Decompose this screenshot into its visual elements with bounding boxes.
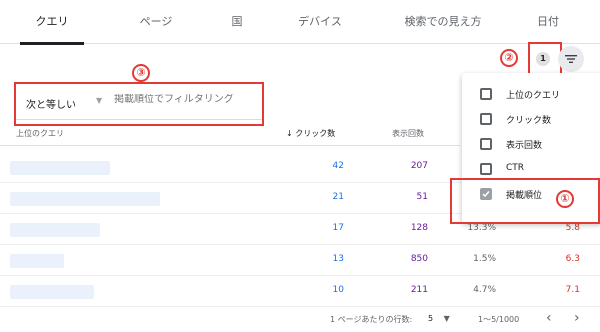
active-tab-indicator <box>20 42 84 45</box>
query-placeholder-bar <box>10 223 100 237</box>
filter-value-input[interactable] <box>114 94 254 105</box>
tab-pages-label: ページ <box>139 15 173 28</box>
tab-dates[interactable]: 日付 <box>526 0 570 44</box>
menu-item-clicks[interactable]: クリック数 <box>462 108 600 132</box>
cell-ctr: 4.7% <box>473 285 496 295</box>
filter-operator-select[interactable]: 次と等しい <box>26 96 76 111</box>
tab-pages[interactable]: ページ <box>126 0 186 44</box>
menu-item-top-queries[interactable]: 上位のクエリ <box>462 83 600 107</box>
table-header: 上位のクエリ ↓ クリック数 表示回数 <box>0 124 460 146</box>
rows-per-page-label: 1 ページあたりの行数: <box>330 315 413 324</box>
menu-item-label: 上位のクエリ <box>506 91 561 101</box>
tab-search-appearance-label: 検索での見え方 <box>404 15 482 28</box>
tab-countries-label: 国 <box>231 15 243 28</box>
table-row[interactable]: 10 211 4.7% 7.1 <box>0 276 600 307</box>
sort-down-arrow-icon: ↓ <box>286 129 293 138</box>
prev-page-icon[interactable]: ‹ <box>546 310 552 326</box>
menu-item-impressions[interactable]: 表示回数 <box>462 133 600 157</box>
query-placeholder-bar <box>10 192 160 206</box>
cell-impressions: 128 <box>410 223 428 233</box>
checkbox[interactable] <box>480 113 492 125</box>
next-page-icon[interactable]: › <box>574 310 580 326</box>
cell-impressions: 51 <box>416 192 428 202</box>
dropdown-caret-icon: ▼ <box>443 314 450 323</box>
rows-per-page-select[interactable]: 5 ▼ <box>428 314 450 323</box>
tab-devices[interactable]: デバイス <box>288 0 352 44</box>
header-query[interactable]: 上位のクエリ <box>16 128 64 139</box>
cell-clicks: 10 <box>332 285 344 295</box>
tab-bar: クエリ ページ 国 デバイス 検索での見え方 日付 <box>0 0 600 45</box>
tab-countries[interactable]: 国 <box>220 0 254 44</box>
menu-item-label: 表示回数 <box>506 141 543 151</box>
filter-button[interactable] <box>558 46 584 72</box>
filter-input-row: 次と等しい ▼ <box>16 84 262 124</box>
tab-search-appearance[interactable]: 検索での見え方 <box>392 0 494 44</box>
cell-impressions: 207 <box>410 161 428 171</box>
query-placeholder-bar <box>10 161 110 175</box>
filter-count-badge: 1 <box>536 52 550 66</box>
cell-clicks: 17 <box>332 223 344 233</box>
menu-item-label: クリック数 <box>506 116 552 126</box>
rows-per-page-value: 5 <box>428 314 434 323</box>
cell-position: 7.1 <box>565 285 580 295</box>
filter-underline <box>16 119 262 120</box>
cell-position: 6.3 <box>565 254 580 264</box>
page-range: 1〜5/1000 <box>478 315 520 324</box>
tab-queries[interactable]: クエリ <box>20 0 84 45</box>
header-clicks[interactable]: ↓ クリック数 <box>286 128 335 139</box>
query-placeholder-bar <box>10 254 64 268</box>
annotation-one: ① <box>556 190 574 208</box>
checkbox[interactable] <box>480 88 492 100</box>
annotation-three: ③ <box>132 64 150 82</box>
pagination: 1 ページあたりの行数: 5 ▼ 1〜5/1000 ‹ › <box>0 306 600 332</box>
menu-item-label: CTR <box>506 163 525 173</box>
checkbox[interactable] <box>480 163 492 175</box>
annotation-box-position-item <box>450 178 600 224</box>
table-row[interactable]: 13 850 1.5% 6.3 <box>0 245 600 276</box>
query-placeholder-bar <box>10 285 94 299</box>
header-impressions[interactable]: 表示回数 <box>392 128 424 139</box>
cell-ctr: 13.3% <box>467 223 496 233</box>
cell-clicks: 21 <box>332 192 344 202</box>
tab-queries-label: クエリ <box>35 15 69 28</box>
cell-impressions: 850 <box>410 254 428 264</box>
dropdown-caret-icon[interactable]: ▼ <box>96 96 102 105</box>
cell-clicks: 13 <box>332 254 344 264</box>
cell-ctr: 1.5% <box>473 254 496 264</box>
annotation-two: ② <box>500 49 518 67</box>
cell-position: 5.8 <box>565 223 580 233</box>
cell-clicks: 42 <box>332 161 344 171</box>
header-clicks-label: クリック数 <box>295 129 336 138</box>
tab-devices-label: デバイス <box>298 15 342 28</box>
checkbox[interactable] <box>480 138 492 150</box>
filter-icon <box>565 55 577 63</box>
tab-dates-label: 日付 <box>537 15 559 28</box>
cell-impressions: 211 <box>410 285 428 295</box>
